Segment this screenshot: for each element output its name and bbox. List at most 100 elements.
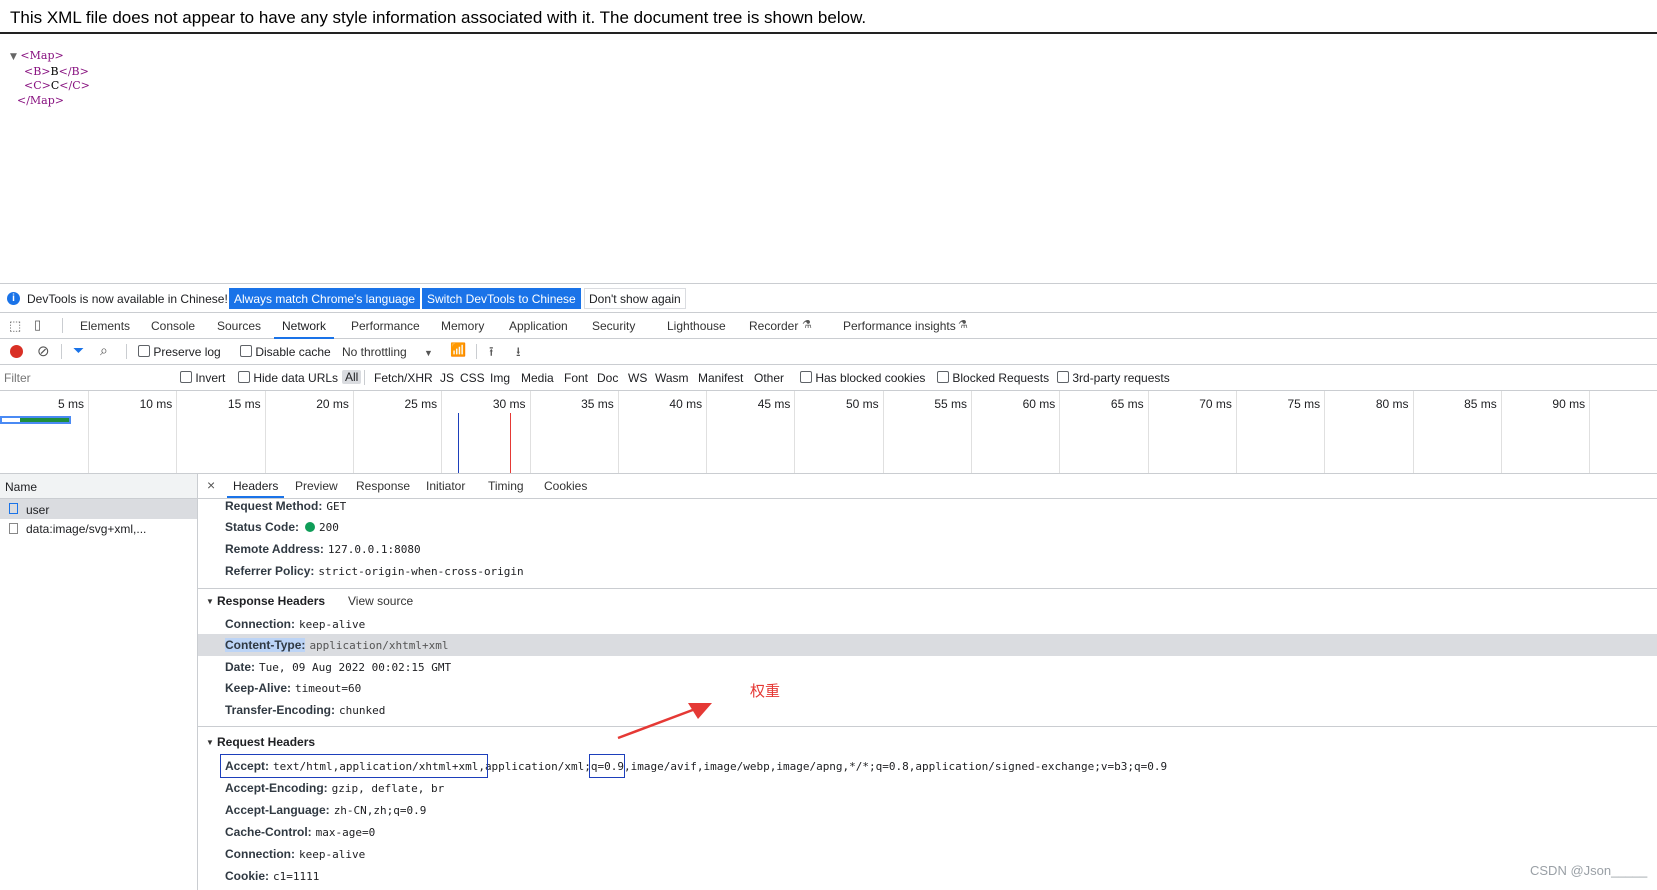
type-filter-other[interactable]: Other xyxy=(754,371,784,385)
table-row[interactable]: data:image/svg+xml,... xyxy=(0,519,197,539)
type-filter-manifest[interactable]: Manifest xyxy=(698,371,743,385)
throttling-select[interactable]: No throttling ▼ xyxy=(342,345,433,359)
type-filter-fetch-xhr[interactable]: Fetch/XHR xyxy=(374,371,433,385)
tab-performance[interactable]: Performance xyxy=(351,319,420,333)
tab-application[interactable]: Application xyxy=(509,319,568,333)
type-filter-media[interactable]: Media xyxy=(521,371,554,385)
match-language-button[interactable]: Always match Chrome's language xyxy=(229,288,421,309)
header-row: Cookie: c1=1111 xyxy=(225,869,319,883)
status-ok-icon xyxy=(305,522,316,532)
type-filter-font[interactable]: Font xyxy=(564,371,588,385)
annotation-highlight-box xyxy=(220,754,488,778)
type-filter-wasm[interactable]: Wasm xyxy=(655,371,689,385)
timeline-tick-label: 50 ms xyxy=(846,397,879,411)
header-value: strict-origin-when-cross-origin xyxy=(318,565,524,578)
header-row: Cache-Control: max-age=0 xyxy=(225,825,375,839)
invert-label: Invert xyxy=(195,371,226,385)
timeline-gridline xyxy=(882,391,884,473)
timeline-gridline xyxy=(1324,391,1326,473)
header-row: Transfer-Encoding: chunked xyxy=(225,703,385,717)
clear-icon[interactable]: ⊘ xyxy=(37,342,50,360)
xml-tag: </C> xyxy=(59,79,90,92)
type-filter-doc[interactable]: Doc xyxy=(597,371,618,385)
disable-cache-checkbox[interactable]: Disable cache xyxy=(240,345,331,359)
device-toolbar-icon[interactable]: ▯ xyxy=(34,317,41,333)
tab-security[interactable]: Security xyxy=(592,319,635,333)
timeline-tick-label: 15 ms xyxy=(227,397,261,411)
third-party-checkbox[interactable]: 3rd-party requests xyxy=(1057,371,1170,385)
network-overview-timeline[interactable]: 5 ms 10 ms 15 ms 20 ms 25 ms 30 ms 35 ms 40 ms 4… xyxy=(0,391,1657,474)
tab-console[interactable]: Console xyxy=(151,319,195,333)
divider xyxy=(61,344,62,359)
timeline-tick-label: 40 ms xyxy=(669,397,703,411)
tab-memory[interactable]: Memory xyxy=(441,319,484,333)
search-icon[interactable]: ⌕ xyxy=(100,342,108,359)
invert-checkbox[interactable]: Invert xyxy=(180,371,225,385)
expand-triangle-icon[interactable]: ▼ xyxy=(206,738,214,747)
header-name: Status Code: xyxy=(225,520,300,534)
has-blocked-cookies-checkbox[interactable]: Has blocked cookies xyxy=(800,371,925,385)
throttling-value: No throttling xyxy=(342,345,407,359)
header-name: Cache-Control: xyxy=(225,825,312,839)
header-name: Date: xyxy=(225,660,256,674)
preserve-log-label: Preserve log xyxy=(153,345,221,359)
blocked-requests-checkbox[interactable]: Blocked Requests xyxy=(937,371,1049,385)
switch-to-chinese-button[interactable]: Switch DevTools to Chinese xyxy=(422,288,581,309)
timeline-gridline xyxy=(794,391,796,473)
tab-timing[interactable]: Timing xyxy=(488,479,524,493)
header-row: Status Code: 200 xyxy=(225,520,339,534)
tab-performance-insights[interactable]: Performance insights xyxy=(843,319,956,333)
tab-preview[interactable]: Preview xyxy=(295,479,338,493)
tab-sources[interactable]: Sources xyxy=(217,319,261,333)
inspect-element-icon[interactable]: ⬚ xyxy=(9,318,21,334)
infobar-message: DevTools is now available in Chinese! xyxy=(27,292,228,306)
collapse-triangle-icon[interactable]: ▼ xyxy=(10,52,17,62)
tab-lighthouse[interactable]: Lighthouse xyxy=(667,319,726,333)
timeline-gridline xyxy=(176,391,178,473)
record-icon[interactable] xyxy=(10,345,23,358)
tab-cookies[interactable]: Cookies xyxy=(544,479,587,493)
header-row: Date: Tue, 09 Aug 2022 00:02:15 GMT xyxy=(225,660,451,674)
type-filter-js[interactable]: JS xyxy=(440,371,454,385)
tab-headers[interactable]: Headers xyxy=(226,479,285,498)
xml-tag: </B> xyxy=(58,64,89,78)
name-column-header[interactable]: Name xyxy=(0,474,197,499)
timeline-tick-label: 10 ms xyxy=(139,397,173,411)
header-name: Connection: xyxy=(225,847,295,861)
tab-response[interactable]: Response xyxy=(356,479,410,493)
tab-recorder[interactable]: Recorder xyxy=(749,319,798,333)
request-headers-title[interactable]: Request Headers xyxy=(217,735,315,749)
expand-triangle-icon[interactable]: ▼ xyxy=(206,597,214,606)
type-filter-ws[interactable]: WS xyxy=(628,371,647,385)
table-row[interactable]: user xyxy=(0,499,197,519)
annotation-highlight-box xyxy=(589,754,625,778)
export-har-icon[interactable]: ⭳ xyxy=(516,343,521,365)
timeline-tick-label: 60 ms xyxy=(1022,397,1056,411)
preserve-log-checkbox[interactable]: Preserve log xyxy=(138,345,221,359)
tab-initiator[interactable]: Initiator xyxy=(426,479,465,493)
xml-tag: <B> xyxy=(24,64,51,78)
type-filter-all[interactable]: All xyxy=(342,370,362,384)
timeline-tick-label: 70 ms xyxy=(1199,397,1232,411)
request-list: Name user data:image/svg+xml,... xyxy=(0,474,198,890)
timeline-tick-label: 85 ms xyxy=(1464,397,1497,411)
view-source-link[interactable]: View source xyxy=(348,594,413,608)
filter-input[interactable] xyxy=(2,368,171,388)
type-filter-css[interactable]: CSS xyxy=(460,371,485,385)
tab-network[interactable]: Network xyxy=(273,319,335,339)
response-headers-title[interactable]: Response Headers xyxy=(217,594,325,608)
timeline-gridline xyxy=(1235,391,1237,473)
network-conditions-icon[interactable]: 📶 xyxy=(450,342,466,358)
tab-elements[interactable]: Elements xyxy=(80,319,130,333)
close-icon[interactable]: × xyxy=(207,477,215,493)
divider xyxy=(198,726,1657,727)
filter-icon[interactable]: ⏷ xyxy=(73,342,84,359)
blocked-requests-label: Blocked Requests xyxy=(952,371,1050,385)
hide-data-urls-checkbox[interactable]: Hide data URLs xyxy=(238,371,338,385)
timeline-tick-label: 20 ms xyxy=(316,397,349,411)
dont-show-again-button[interactable]: Don't show again xyxy=(584,288,686,309)
header-value: timeout=60 xyxy=(295,682,362,695)
import-har-icon[interactable]: ⭱ xyxy=(489,343,494,365)
type-filter-img[interactable]: Img xyxy=(490,371,510,385)
timeline-gridline xyxy=(1059,391,1061,473)
